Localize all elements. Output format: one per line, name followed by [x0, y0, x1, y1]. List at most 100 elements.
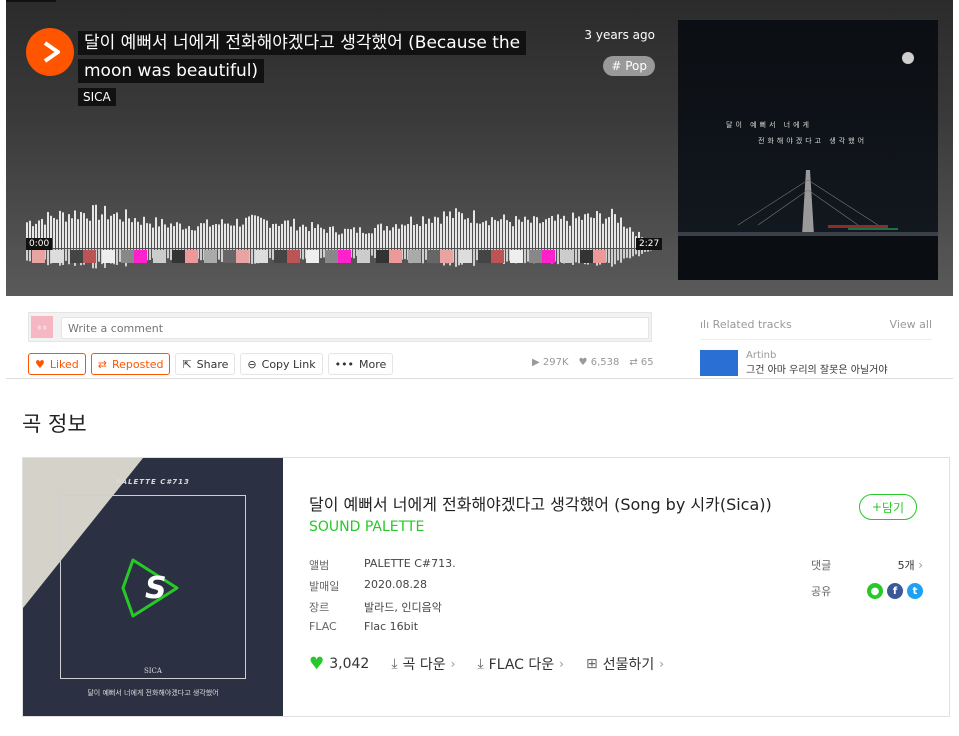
- gift-button[interactable]: ⊞ 선물하기 ›: [586, 654, 664, 674]
- waveform-bar: [284, 220, 286, 248]
- waveform-bar: [512, 226, 514, 248]
- waveform-bar: [449, 211, 451, 248]
- waveform-bar: [317, 224, 319, 248]
- waveform-bar: [479, 223, 481, 248]
- like-song-button[interactable]: ♥ 3,042: [309, 654, 369, 674]
- gift-icon: ⊞: [585, 656, 598, 672]
- waveform-bar-reflection: [26, 249, 28, 261]
- waveform-bar: [395, 224, 397, 248]
- plus-icon: +: [871, 500, 882, 514]
- waveform-bar: [542, 222, 544, 248]
- waveform-bar: [119, 219, 121, 248]
- track-artist[interactable]: SICA: [78, 88, 116, 106]
- waveform-bar: [365, 233, 367, 248]
- meta-label: 발매일: [309, 580, 340, 593]
- related-track-thumb: [700, 350, 738, 376]
- related-title-label: Related tracks: [712, 318, 792, 331]
- waveform-bar: [269, 227, 271, 248]
- play-icon: [43, 41, 60, 63]
- waveform-bar: [518, 219, 520, 248]
- twitter-icon[interactable]: t: [907, 583, 923, 599]
- waveform-bar: [92, 205, 94, 248]
- flac-download-button[interactable]: ⤓ FLAC 다운 ›: [477, 654, 564, 674]
- album-art[interactable]: S PALETTE C#713 SICA 달이 예뻐서 너에게 전화해야겠다고 …: [23, 458, 283, 716]
- heart-icon: ♥: [309, 654, 325, 674]
- section-title: 곡 정보: [22, 412, 87, 436]
- waveform-bar: [53, 217, 55, 248]
- waveform-bar-reflection: [614, 249, 616, 265]
- waveform-bar: [362, 232, 364, 248]
- view-all-link[interactable]: View all: [890, 318, 932, 331]
- waveform-bar: [491, 217, 493, 248]
- timeline-comment-avatar: [459, 250, 472, 263]
- waveform-bar: [221, 219, 223, 248]
- waveform-bar-reflection: [638, 249, 640, 257]
- timeline-comment-avatar: [440, 250, 453, 263]
- song-actions: ♥ 3,042 ⤓ 곡 다운 › ⤓ FLAC 다운 › ⊞ 선물하기 ›: [309, 654, 664, 674]
- page-root: 달이 예뻐서 너에게 전화해야겠다고 생각했어 (Because the moo…: [0, 0, 959, 736]
- like-count[interactable]: ♥ 6,538: [579, 357, 620, 368]
- waveform-bar: [560, 218, 562, 248]
- waveform-bar-reflection: [626, 249, 628, 258]
- repost-button[interactable]: ⇄ Reposted: [90, 353, 171, 375]
- waveform-bar: [218, 224, 220, 248]
- waveform-bar: [278, 225, 280, 248]
- share-label: Share: [196, 357, 229, 371]
- time-end: 2:27: [636, 238, 663, 250]
- waveform-bar: [578, 216, 580, 248]
- waveform-bar: [242, 224, 244, 248]
- waveform-bar: [497, 221, 499, 248]
- related-track-artist: Artinb: [746, 350, 777, 361]
- waveform-bar: [434, 216, 436, 248]
- play-count-icon: ▶: [532, 357, 540, 368]
- gift-label: 선물하기: [602, 657, 655, 673]
- related-track-item[interactable]: Artinb 그건 아마 우리의 잘못은 아닐거야: [700, 350, 932, 376]
- link-icon: ⊖: [247, 357, 257, 371]
- timeline-comment-avatar: [408, 250, 421, 263]
- comments-row[interactable]: 댓글 5개 ›: [811, 557, 923, 583]
- waveform-bar: [89, 220, 91, 248]
- waveform-bar: [233, 225, 235, 248]
- waveform-bar-reflection: [374, 249, 376, 259]
- copy-link-button[interactable]: ⊖ Copy Link: [240, 353, 323, 375]
- genre-tag[interactable]: # Pop: [603, 56, 655, 76]
- waveform-bar-reflection: [221, 249, 223, 262]
- waveform-bar: [308, 231, 310, 248]
- waveform-bar: [467, 218, 469, 248]
- comment-input[interactable]: [61, 317, 649, 339]
- waveform-bar: [329, 226, 331, 248]
- waveform-bar: [104, 205, 106, 248]
- waveform-bar-reflection: [506, 249, 508, 262]
- waveform[interactable]: [26, 196, 656, 272]
- timeline-comment-avatar: [204, 250, 217, 263]
- waveform-bar: [500, 219, 502, 248]
- waveform-bar: [155, 217, 157, 248]
- waveform-bar: [425, 223, 427, 248]
- repost-count[interactable]: ⇄ 65: [629, 357, 653, 368]
- play-button[interactable]: [26, 28, 74, 76]
- waveform-bar: [386, 226, 388, 248]
- waveform-bar: [65, 221, 67, 248]
- waveform-bar: [116, 212, 118, 248]
- song-download-button[interactable]: ⤓ 곡 다운 ›: [391, 654, 455, 674]
- waveform-bar: [251, 214, 253, 248]
- timeline-comment-avatar: [561, 250, 574, 263]
- more-button[interactable]: ••• More: [327, 353, 394, 375]
- meta-value-album[interactable]: PALETTE C#713.: [364, 557, 456, 578]
- waveform-icon: ılı: [700, 318, 710, 331]
- share-button[interactable]: ⇱ Share: [175, 353, 236, 375]
- track-title[interactable]: 달이 예뻐서 너에게 전화해야겠다고 생각했어 (Because the moo…: [78, 29, 538, 85]
- waveform-bar: [224, 223, 226, 248]
- waveform-bar: [137, 221, 139, 248]
- chevron-right-icon: ›: [918, 558, 923, 572]
- song-artist[interactable]: SOUND PALETTE: [309, 519, 424, 535]
- add-to-playlist-button[interactable]: + 담기: [859, 494, 917, 520]
- waveform-bar-reflection: [578, 249, 580, 264]
- timeline-comment-avatar: [134, 250, 147, 263]
- person-icon[interactable]: ●: [867, 583, 883, 599]
- facebook-icon[interactable]: f: [887, 583, 903, 599]
- waveform-bar: [347, 228, 349, 248]
- waveform-bar: [446, 216, 448, 248]
- waveform-bar: [422, 216, 424, 248]
- like-button[interactable]: ♥ Liked: [28, 353, 86, 375]
